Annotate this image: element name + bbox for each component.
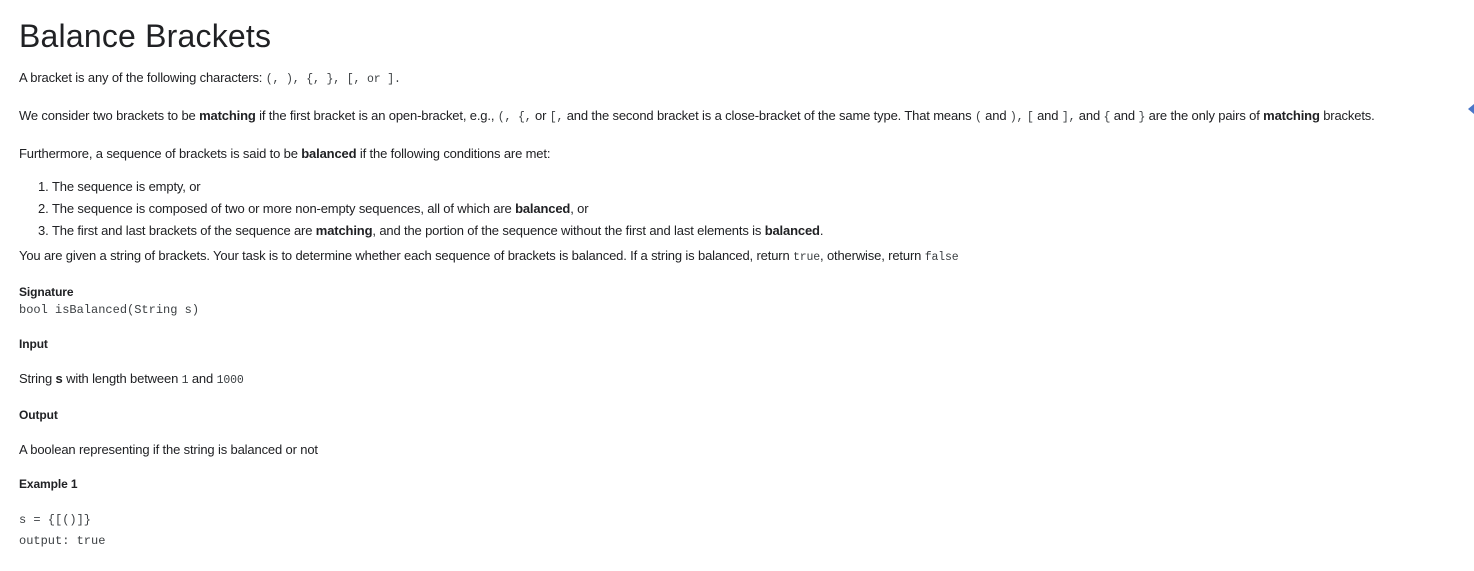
condition-text: , and the portion of the sequence withou… (372, 223, 765, 238)
balanced-paragraph: Furthermore, a sequence of brackets is s… (19, 145, 1474, 163)
bracket-code: ( (974, 111, 982, 124)
balanced-term: balanced (301, 146, 357, 161)
signature-code: bool isBalanced(String s) (19, 303, 200, 317)
balanced-term: balanced (764, 223, 820, 238)
matching-term: matching (1263, 108, 1320, 123)
input-var: s (55, 371, 63, 386)
matching-text: and (1075, 108, 1104, 123)
list-item: The sequence is composed of two or more … (52, 198, 1474, 220)
condition-text: The sequence is composed of two or more … (52, 201, 516, 216)
balanced-term: balanced (515, 201, 571, 216)
max-length-code: 1000 (216, 374, 244, 387)
input-text: and (188, 371, 217, 386)
open-bracket-code: [, (549, 111, 564, 124)
matching-text: or (531, 108, 550, 123)
input-description: String s with length between 1 and 1000 (19, 370, 1474, 390)
open-bracket-code: (, {, (497, 111, 532, 124)
false-code: false (924, 251, 959, 264)
task-paragraph: You are given a string of brackets. Your… (19, 247, 1474, 267)
task-text: You are given a string of brackets. Your… (19, 248, 793, 263)
matching-text: and (1033, 108, 1062, 123)
problem-page: Balance Brackets A bracket is any of the… (0, 18, 1474, 571)
bracket-code: ), (1009, 111, 1024, 124)
matching-text: and the second bracket is a close-bracke… (563, 108, 975, 123)
output-description: A boolean representing if the string is … (19, 442, 318, 457)
matching-term: matching (315, 223, 373, 238)
condition-text: The first and last brackets of the seque… (52, 223, 316, 238)
matching-text: if the first bracket is an open-bracket,… (255, 108, 498, 123)
matching-term: matching (199, 108, 256, 123)
matching-text: and (981, 108, 1010, 123)
balanced-text: if the following conditions are met: (356, 146, 551, 161)
output-heading: Output (19, 408, 58, 422)
bracket-code: ], (1061, 111, 1076, 124)
intro-text: A bracket is any of the following charac… (19, 70, 266, 85)
example-output-line: output: true (19, 534, 106, 548)
conditions-list: The sequence is empty, or The sequence i… (19, 176, 1474, 242)
example-input-line: s = {[()]} (19, 513, 92, 527)
input-heading: Input (19, 337, 48, 351)
condition-text: . (819, 223, 824, 238)
bracket-chars: (, ), {, }, [, or ]. (265, 73, 401, 86)
list-item: The sequence is empty, or (52, 176, 1474, 198)
signature-heading: Signature (19, 285, 74, 299)
matching-text: are the only pairs of (1145, 108, 1264, 123)
example-1-heading: Example 1 (19, 477, 78, 491)
intro-paragraph: A bracket is any of the following charac… (19, 69, 1474, 89)
matching-text: and (1110, 108, 1139, 123)
bracket-code: [ (1026, 111, 1034, 124)
condition-text: The sequence is empty, or (52, 179, 201, 194)
page-title: Balance Brackets (19, 18, 272, 54)
input-text: with length between (62, 371, 182, 386)
input-text: String (19, 371, 56, 386)
matching-text: We consider two brackets to be (19, 108, 200, 123)
matching-paragraph: We consider two brackets to be matching … (19, 107, 1474, 127)
condition-text: , or (570, 201, 589, 216)
list-item: The first and last brackets of the seque… (52, 220, 1474, 242)
collapse-caret-icon[interactable] (1468, 104, 1474, 114)
true-code: true (793, 251, 821, 264)
example-1-code: s = {[()]} output: true (19, 510, 1474, 552)
task-text: , otherwise, return (820, 248, 925, 263)
matching-text: brackets. (1319, 108, 1375, 123)
balanced-text: Furthermore, a sequence of brackets is s… (19, 146, 302, 161)
